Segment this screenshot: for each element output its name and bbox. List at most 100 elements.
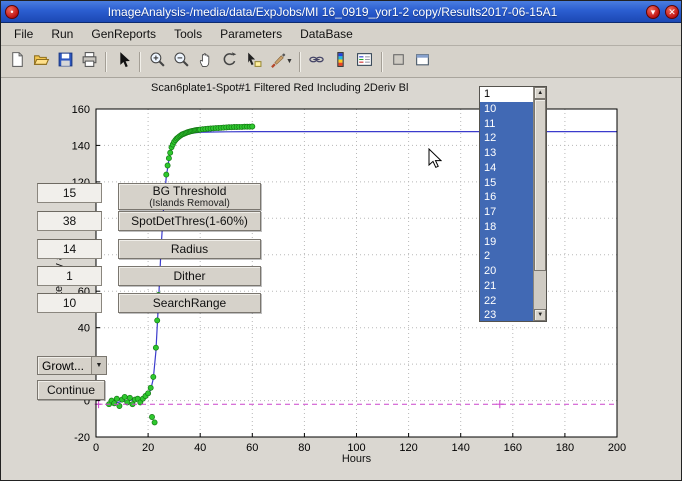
- rotate-3d-icon: [221, 51, 238, 73]
- scrollbar-thumb[interactable]: [534, 99, 546, 271]
- spot-list-item[interactable]: 10: [480, 102, 533, 117]
- menu-bar: File Run GenReports Tools Parameters Dat…: [1, 23, 682, 46]
- minimize-icon: ▾: [651, 7, 656, 17]
- menu-file[interactable]: File: [5, 24, 42, 44]
- spot-list-item[interactable]: 11: [480, 117, 533, 132]
- toolbar-separator: [381, 52, 383, 72]
- dither-input[interactable]: [37, 266, 102, 286]
- window-title: ImageAnalysis-/media/data/ExpJobs/MI 16_…: [19, 5, 646, 19]
- new-figure-button[interactable]: [5, 50, 29, 74]
- spot-list-item[interactable]: 17: [480, 205, 533, 220]
- toolbar-separator: [105, 52, 107, 72]
- print-icon: [81, 51, 98, 73]
- link-plots-button[interactable]: [305, 50, 329, 74]
- spot-list-item[interactable]: 20: [480, 264, 533, 279]
- spotdetthres-input[interactable]: [37, 211, 102, 231]
- svg-text:-20: -20: [74, 432, 90, 444]
- title-bar: • ImageAnalysis-/media/data/ExpJobs/MI 1…: [1, 1, 682, 23]
- app-window: • ImageAnalysis-/media/data/ExpJobs/MI 1…: [0, 0, 682, 481]
- radius-label: Radius: [171, 242, 208, 256]
- pan-hand-icon: [197, 51, 214, 73]
- insert-colorbar-icon: [332, 51, 349, 73]
- spot-list-item[interactable]: 13: [480, 146, 533, 161]
- continue-label: Continue: [47, 383, 95, 397]
- mouse-cursor: [428, 148, 442, 174]
- spot-list-item[interactable]: 2: [480, 249, 533, 264]
- continue-button[interactable]: Continue: [37, 380, 105, 400]
- minimize-button[interactable]: ▾: [646, 5, 660, 19]
- chevron-down-icon: ▼: [91, 357, 106, 374]
- open-button[interactable]: [29, 50, 53, 74]
- rotate3d-button[interactable]: [217, 50, 241, 74]
- brush-dropdown-icon[interactable]: ▼: [286, 58, 293, 65]
- menu-run[interactable]: Run: [42, 24, 82, 44]
- zoom-in-button[interactable]: [145, 50, 169, 74]
- spot-list-scrollbar[interactable]: ▲ ▼: [533, 87, 546, 321]
- dither-button[interactable]: Dither: [118, 266, 261, 286]
- radius-button[interactable]: Radius: [118, 239, 261, 259]
- bg-threshold-sublabel: (Islands Removal): [119, 199, 260, 209]
- link-plots-icon: [308, 51, 325, 73]
- spotdetthres-button[interactable]: SpotDetThres(1-60%): [118, 211, 261, 231]
- spot-list-item[interactable]: 16: [480, 190, 533, 205]
- pan-button[interactable]: [193, 50, 217, 74]
- bg-threshold-label: BG Threshold: [153, 184, 227, 198]
- close-button[interactable]: ✕: [665, 5, 679, 19]
- insert-legend-button[interactable]: [353, 50, 377, 74]
- menu-parameters[interactable]: Parameters: [211, 24, 291, 44]
- svg-text:140: 140: [72, 140, 90, 152]
- data-cursor-button[interactable]: [241, 50, 265, 74]
- bg-threshold-button[interactable]: BG Threshold(Islands Removal): [118, 183, 261, 210]
- spot-number-list: 110111213141516171819220212223 ▲ ▼: [479, 86, 547, 322]
- toolbar-separator: [299, 52, 301, 72]
- spot-list-item[interactable]: 15: [480, 176, 533, 191]
- hide-plot-tools-button[interactable]: [387, 50, 411, 74]
- svg-text:160: 160: [72, 104, 90, 116]
- pointer-icon: [115, 51, 132, 73]
- insert-legend-icon: [356, 51, 373, 73]
- data-cursor-icon: [245, 51, 262, 73]
- growth-dropdown-value: Growt...: [38, 359, 91, 373]
- scroll-up-button[interactable]: ▲: [534, 87, 546, 99]
- brush-icon: [269, 51, 286, 73]
- radius-input[interactable]: [37, 239, 102, 259]
- insert-colorbar-button[interactable]: [329, 50, 353, 74]
- new-document-icon: [9, 51, 26, 73]
- searchrange-label: SearchRange: [153, 296, 226, 310]
- window-menu-icon: •: [10, 7, 13, 17]
- spot-list-rows: 110111213141516171819220212223: [480, 87, 533, 321]
- spot-list-item[interactable]: 14: [480, 161, 533, 176]
- spot-list-item[interactable]: 19: [480, 235, 533, 250]
- spot-list-item[interactable]: 22: [480, 294, 533, 309]
- growth-dropdown[interactable]: Growt... ▼: [37, 356, 107, 375]
- pointer-tool-button[interactable]: [111, 50, 135, 74]
- spot-list-item[interactable]: 1: [480, 87, 533, 102]
- spot-list-item[interactable]: 18: [480, 220, 533, 235]
- toolbar: ▼: [1, 46, 682, 78]
- window-menu-button[interactable]: •: [5, 5, 19, 19]
- spot-list-item[interactable]: 23: [480, 308, 533, 321]
- zoom-out-button[interactable]: [169, 50, 193, 74]
- save-button[interactable]: [53, 50, 77, 74]
- toolbar-separator: [139, 52, 141, 72]
- print-button[interactable]: [77, 50, 101, 74]
- hide-plot-tools-icon: [390, 51, 407, 73]
- menu-tools[interactable]: Tools: [165, 24, 211, 44]
- dock-figure-button[interactable]: [411, 50, 435, 74]
- searchrange-input[interactable]: [37, 293, 102, 313]
- save-floppy-icon: [57, 51, 74, 73]
- zoom-out-icon: [173, 51, 190, 73]
- menu-genreports[interactable]: GenReports: [82, 24, 165, 44]
- dock-figure-icon: [414, 51, 431, 73]
- zoom-in-icon: [149, 51, 166, 73]
- searchrange-button[interactable]: SearchRange: [118, 293, 261, 313]
- scroll-down-button[interactable]: ▼: [534, 309, 546, 321]
- spot-list-item[interactable]: 12: [480, 131, 533, 146]
- bg-threshold-input[interactable]: [37, 183, 102, 203]
- close-icon: ✕: [668, 7, 676, 17]
- spot-list-item[interactable]: 21: [480, 279, 533, 294]
- open-folder-icon: [33, 51, 50, 73]
- menu-database[interactable]: DataBase: [291, 24, 362, 44]
- svg-text:40: 40: [78, 323, 90, 335]
- plot-title: Scan6plate1-Spot#1 Filtered Red Includin…: [151, 82, 408, 94]
